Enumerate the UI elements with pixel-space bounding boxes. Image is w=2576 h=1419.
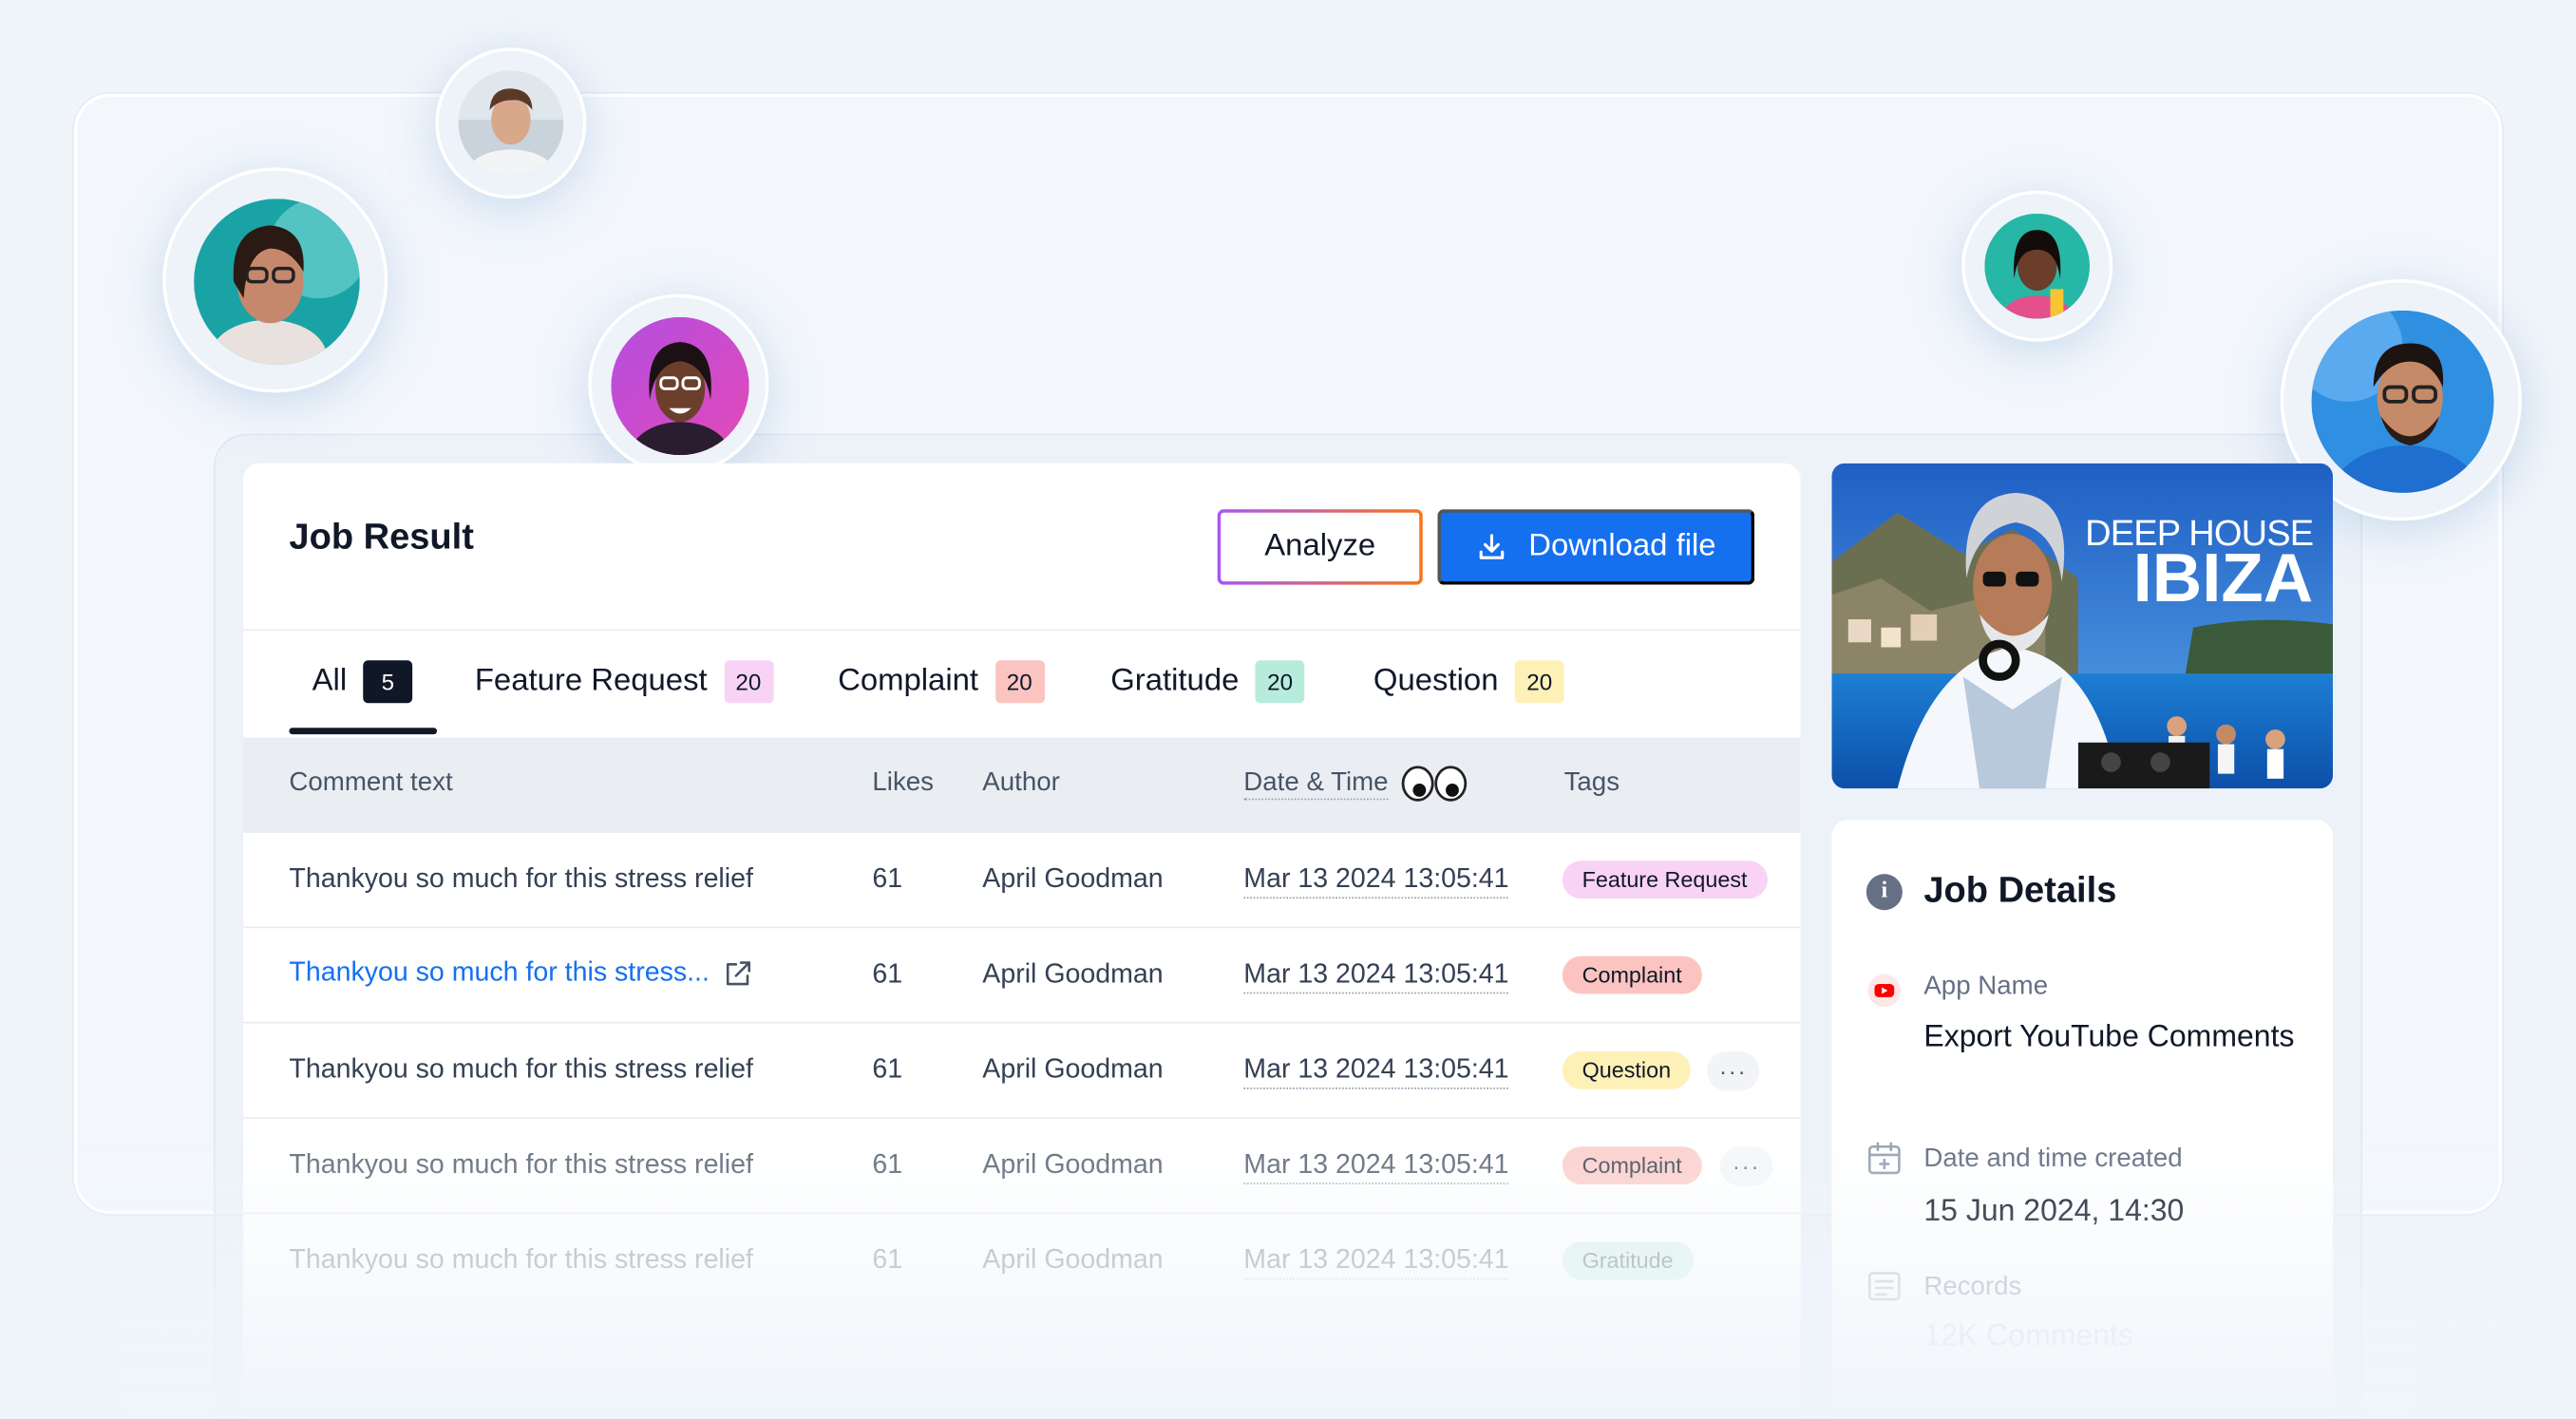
external-link-icon bbox=[726, 960, 750, 985]
records-icon bbox=[1867, 1272, 1901, 1301]
eyes-icon bbox=[1402, 766, 1468, 802]
likes-count: 61 bbox=[872, 1245, 903, 1276]
tab-complaint[interactable]: Complaint 20 bbox=[838, 660, 1045, 704]
tag-badge[interactable]: Feature Request bbox=[1562, 861, 1768, 899]
job-details-title: Job Details bbox=[1923, 868, 2117, 911]
records-label: Records bbox=[1923, 1273, 2022, 1301]
comment-text: Thankyou so much for this stress relief bbox=[289, 1149, 753, 1180]
tab-count-badge: 20 bbox=[1255, 660, 1305, 704]
comment-text: Thankyou so much for this stress relief bbox=[289, 863, 753, 894]
analyze-button[interactable]: Analyze bbox=[1218, 509, 1423, 585]
date-created-label: Date and time created bbox=[1923, 1145, 2183, 1173]
job-result-card: Job Result Analyze Download file All 5 F… bbox=[242, 463, 1801, 1419]
date-time: Mar 13 2024 13:05:41 bbox=[1243, 1245, 1509, 1280]
tab-label: All bbox=[312, 663, 348, 699]
author-name: April Goodman bbox=[982, 1149, 1164, 1180]
calendar-icon bbox=[1867, 1142, 1901, 1175]
avatar bbox=[1961, 190, 2113, 342]
tab-count-badge: 20 bbox=[994, 660, 1045, 704]
avatar bbox=[435, 47, 587, 199]
table-row[interactable]: Thankyou so much for this stress relief … bbox=[242, 1024, 1801, 1119]
page-title: Job Result bbox=[289, 516, 474, 558]
tab-feature-request[interactable]: Feature Request 20 bbox=[474, 660, 773, 704]
thumbnail-title-line2: IBIZA bbox=[2132, 539, 2314, 616]
likes-count: 61 bbox=[872, 1149, 903, 1180]
download-file-label: Download file bbox=[1528, 528, 1716, 564]
tag-badge[interactable]: Gratitude bbox=[1562, 1241, 1694, 1280]
tab-label: Complaint bbox=[838, 663, 979, 699]
comment-text: Thankyou so much for this stress relief bbox=[289, 1054, 753, 1085]
author-name: April Goodman bbox=[982, 959, 1164, 990]
column-header-date[interactable]: Date & Time bbox=[1243, 766, 1468, 802]
tab-question[interactable]: Question 20 bbox=[1373, 660, 1564, 704]
date-created-value: 15 Jun 2024, 14:30 bbox=[1923, 1192, 2185, 1228]
likes-count: 61 bbox=[872, 1054, 903, 1085]
column-header-tags[interactable]: Tags bbox=[1564, 768, 1619, 798]
comment-link[interactable]: Thankyou so much for this stress... bbox=[289, 957, 752, 989]
column-header-author[interactable]: Author bbox=[982, 768, 1060, 798]
tab-label: Feature Request bbox=[474, 663, 708, 699]
youtube-icon bbox=[1867, 974, 1902, 1008]
tab-count-badge: 20 bbox=[723, 660, 773, 704]
download-file-button[interactable]: Download file bbox=[1437, 509, 1755, 585]
likes-count: 61 bbox=[872, 959, 903, 990]
table-row[interactable]: Thankyou so much for this stress relief … bbox=[242, 833, 1801, 929]
app-name-label: App Name bbox=[1923, 972, 2049, 1001]
table-row[interactable]: Thankyou so much for this stress... 61 A… bbox=[242, 928, 1801, 1024]
table-row[interactable]: Thankyou so much for this stress relief … bbox=[242, 1119, 1801, 1215]
author-name: April Goodman bbox=[982, 1245, 1164, 1276]
tab-bar: All 5 Feature Request 20 Complaint 20 Gr… bbox=[243, 633, 1801, 738]
download-icon bbox=[1480, 534, 1506, 559]
author-name: April Goodman bbox=[982, 1054, 1164, 1085]
table-header: Comment text Likes Author Date & Time Ta… bbox=[242, 737, 1801, 833]
tag-badge[interactable]: Question bbox=[1562, 1050, 1691, 1089]
tag-badge[interactable]: Complaint bbox=[1562, 1146, 1702, 1185]
date-time: Mar 13 2024 13:05:41 bbox=[1243, 1150, 1509, 1185]
date-time: Mar 13 2024 13:05:41 bbox=[1243, 1054, 1509, 1089]
more-tags-button[interactable]: ··· bbox=[1707, 1050, 1760, 1091]
table-row[interactable]: Thankyou so much for this stress relief … bbox=[242, 1214, 1801, 1310]
author-name: April Goodman bbox=[982, 863, 1164, 894]
date-time: Mar 13 2024 13:05:41 bbox=[1243, 864, 1509, 899]
tab-count-badge: 5 bbox=[363, 660, 413, 704]
video-thumbnail[interactable]: DEEP HOUSE IBIZA bbox=[1831, 463, 2334, 789]
tab-label: Gratitude bbox=[1110, 663, 1240, 699]
tag-badge[interactable]: Complaint bbox=[1562, 955, 1702, 994]
avatar bbox=[588, 293, 769, 475]
records-value: 12K Comments bbox=[1923, 1317, 2133, 1353]
comment-link-text: Thankyou so much for this stress... bbox=[289, 957, 710, 988]
job-details-card: i Job Details App Name Export YouTube Co… bbox=[1831, 820, 2334, 1419]
info-icon: i bbox=[1866, 874, 1903, 911]
tab-count-badge: 20 bbox=[1514, 660, 1564, 704]
tab-label: Question bbox=[1373, 663, 1499, 699]
tab-all[interactable]: All 5 bbox=[312, 660, 413, 704]
canvas: Job Result Analyze Download file All 5 F… bbox=[0, 0, 2576, 1419]
comment-text: Thankyou so much for this stress relief bbox=[289, 1245, 753, 1276]
avatar bbox=[162, 167, 388, 393]
likes-count: 61 bbox=[872, 863, 903, 894]
column-header-likes[interactable]: Likes bbox=[872, 768, 934, 798]
app-name-value: Export YouTube Comments bbox=[1923, 1018, 2295, 1053]
active-tab-indicator bbox=[289, 728, 438, 735]
job-result-header: Job Result Analyze Download file bbox=[242, 464, 1801, 632]
column-header-date-label: Date & Time bbox=[1243, 768, 1389, 801]
more-tags-button[interactable]: ··· bbox=[1719, 1146, 1773, 1186]
date-time: Mar 13 2024 13:05:41 bbox=[1243, 959, 1509, 994]
tab-gratitude[interactable]: Gratitude 20 bbox=[1110, 660, 1305, 704]
column-header-comment[interactable]: Comment text bbox=[289, 768, 452, 798]
